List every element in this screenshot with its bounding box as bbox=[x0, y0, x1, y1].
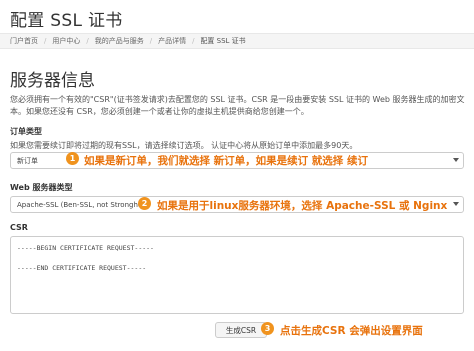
breadcrumb: 门户首页 / 用户中心 / 我的产品与服务 / 产品详情 / 配置 SSL 证书 bbox=[0, 33, 474, 49]
breadcrumb-separator: / bbox=[149, 37, 153, 45]
annotation-note-1: 如果是新订单，我们就选择 新订单，如果是续订 就选择 续订 bbox=[84, 155, 368, 167]
order-type-help: 如果您需要续订即将过期的现有SSL，请选择续订选项。 认证中心将从原始订单中添加… bbox=[10, 141, 358, 150]
csr-label: CSR bbox=[10, 223, 28, 232]
order-type-label: 订单类型 bbox=[10, 127, 42, 136]
breadcrumb-products[interactable]: 我的产品与服务 bbox=[95, 36, 144, 46]
annotation-note-2: 如果是用于linux服务器环境，选择 Apache-SSL 或 Nginx bbox=[157, 200, 448, 212]
annotation-badge-2: 2 bbox=[138, 197, 151, 210]
annotation-badge-1: 1 bbox=[66, 152, 79, 165]
section-description: 您必须拥有一个有效的"CSR"(证书签发请求)去配置您的 SSL 证书。CSR … bbox=[10, 95, 465, 116]
chevron-down-icon bbox=[453, 202, 459, 206]
annotation-badge-3: 3 bbox=[261, 322, 274, 335]
breadcrumb-separator: / bbox=[86, 37, 89, 45]
csr-begin-line: -----BEGIN CERTIFICATE REQUEST----- bbox=[17, 244, 154, 252]
annotation-note-3: 点击生成CSR 会弹出设置界面 bbox=[280, 325, 423, 337]
chevron-down-icon bbox=[453, 158, 459, 162]
breadcrumb-user-center[interactable]: 用户中心 bbox=[52, 36, 80, 46]
generate-csr-button[interactable]: 生成CSR bbox=[215, 322, 267, 338]
breadcrumb-separator: / bbox=[192, 37, 195, 45]
order-type-value: 新订单 bbox=[17, 156, 38, 165]
csr-end-line: -----END CERTIFICATE REQUEST----- bbox=[17, 264, 147, 272]
server-type-value: Apache-SSL (Ben-SSL, not Stronghold) bbox=[17, 200, 142, 209]
server-type-label: Web 服务器类型 bbox=[10, 183, 73, 192]
csr-textarea[interactable]: -----BEGIN CERTIFICATE REQUEST----- ----… bbox=[10, 236, 464, 314]
breadcrumb-separator: / bbox=[44, 37, 47, 45]
section-title: 服务器信息 bbox=[10, 71, 95, 91]
breadcrumb-product-detail[interactable]: 产品详情 bbox=[158, 36, 186, 46]
breadcrumb-current: 配置 SSL 证书 bbox=[200, 37, 246, 45]
breadcrumb-home[interactable]: 门户首页 bbox=[10, 36, 38, 46]
page-title: 配置 SSL 证书 bbox=[10, 11, 123, 31]
